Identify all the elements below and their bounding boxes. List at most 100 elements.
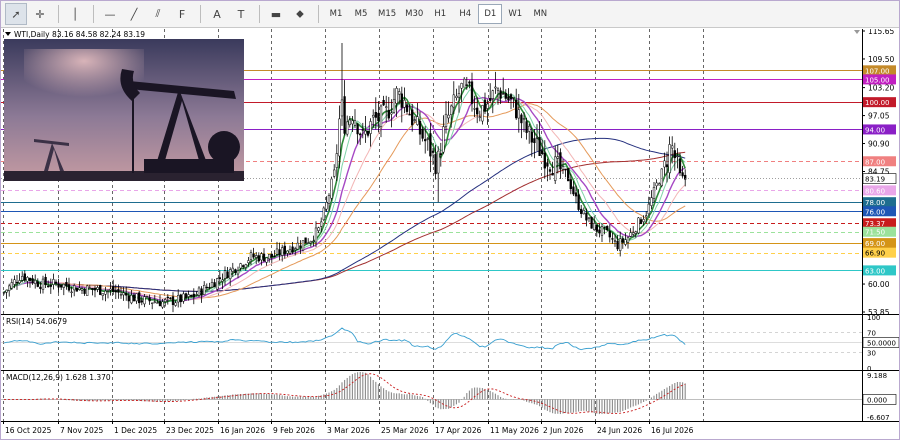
candle-body — [294, 248, 297, 251]
candle-body — [517, 109, 520, 119]
date-axis-label: 16 Jul 2026 — [651, 426, 694, 435]
candle-body — [671, 145, 674, 149]
candle-body — [593, 223, 596, 230]
candle-body — [148, 297, 151, 302]
cursor-icon[interactable]: ➚ — [5, 3, 27, 25]
candle-body — [424, 139, 427, 142]
candle-body — [210, 282, 214, 288]
candle-body — [678, 158, 682, 174]
candle-body — [325, 202, 328, 210]
candle-body — [236, 270, 240, 275]
candle-body — [299, 245, 302, 248]
vertical-line-icon[interactable]: │ — [64, 3, 86, 25]
candle-body — [101, 293, 104, 296]
candle-body — [270, 253, 273, 258]
candle-body — [481, 105, 484, 122]
candle-body — [249, 252, 253, 260]
candle-body — [34, 280, 37, 284]
candle-body — [192, 293, 195, 298]
candle-body — [260, 253, 263, 261]
candle-body — [309, 241, 312, 244]
toolbar-separator — [318, 5, 319, 23]
candle-body — [73, 285, 76, 291]
candle-body — [190, 294, 193, 297]
candle-body — [447, 114, 450, 119]
candle-body — [538, 137, 541, 156]
candle-body — [509, 94, 513, 100]
candle-body — [379, 105, 383, 127]
candle-body — [642, 219, 645, 222]
timeframe-h4[interactable]: H4 — [453, 4, 477, 24]
text-label-icon[interactable]: T — [230, 3, 252, 25]
candle-body — [520, 114, 523, 124]
candle-body — [613, 240, 617, 242]
candle-body — [21, 276, 24, 281]
candle-body — [665, 164, 669, 168]
candle-body — [5, 289, 8, 293]
candle-body — [522, 118, 526, 120]
candle-body — [268, 254, 271, 260]
text-icon[interactable]: A — [206, 3, 228, 25]
timeframe-h1[interactable]: H1 — [428, 4, 452, 24]
price-level-tag-label: 69.00 — [865, 240, 885, 248]
candle-body — [398, 91, 401, 95]
price-chart[interactable]: 115.65109.50103.2097.0590.9084.7560.0053… — [1, 27, 900, 439]
macd-axis-label: -6.607 — [867, 414, 890, 422]
candle-body — [351, 120, 354, 125]
candle-body — [476, 107, 479, 115]
crosshair-icon[interactable]: ✛ — [29, 3, 51, 25]
candle-body — [135, 293, 138, 302]
candle-body — [483, 99, 487, 112]
timeframe-w1[interactable]: W1 — [503, 4, 527, 24]
candle-body — [567, 168, 570, 182]
candle-body — [317, 227, 320, 231]
price-level-tag-label: 83.19 — [865, 176, 885, 184]
candle-body — [369, 121, 372, 134]
candle-body — [405, 104, 409, 112]
candle-body — [491, 90, 494, 99]
candle-body — [99, 285, 102, 295]
timeframe-d1[interactable]: D1 — [478, 4, 503, 24]
candle-body — [340, 99, 344, 117]
timeframe-mn[interactable]: MN — [528, 4, 552, 24]
candle-body — [177, 294, 180, 303]
candle-body — [353, 120, 357, 126]
candle-body — [125, 292, 128, 296]
date-axis-label: 2 Jun 2026 — [543, 426, 584, 435]
candle-body — [676, 155, 679, 158]
candle-body — [554, 156, 557, 181]
candle-body — [639, 219, 643, 224]
fibonacci-icon[interactable]: F — [171, 3, 193, 25]
rectangle-icon[interactable]: ▬ — [265, 3, 287, 25]
candle-body — [634, 231, 637, 234]
candle-body — [13, 279, 16, 285]
candle-body — [216, 278, 219, 290]
candle-body — [10, 282, 13, 289]
candle-body — [582, 210, 585, 215]
date-axis-label: 16 Oct 2025 — [5, 426, 52, 435]
candle-body — [535, 137, 539, 139]
price-level-tag-label: 105.00 — [865, 76, 890, 84]
price-level-tag-label: 66.90 — [865, 250, 885, 258]
trendline-icon[interactable]: ╱ — [123, 3, 145, 25]
horizontal-line-icon[interactable]: — — [99, 3, 121, 25]
pumpjack-base — [144, 159, 234, 173]
candle-body — [273, 255, 276, 257]
candle-body — [203, 284, 206, 295]
macd-title: MACD(12,26,9) 1.628 1.370 — [6, 373, 111, 382]
candle-body — [265, 257, 268, 263]
date-axis-label: 17 Apr 2026 — [435, 426, 482, 435]
timeframe-m1[interactable]: M1 — [324, 4, 348, 24]
candle-body — [600, 226, 604, 236]
candle-body — [67, 284, 71, 291]
equidistant-channel-icon[interactable]: ⫽ — [147, 3, 169, 25]
timeframe-m15[interactable]: M15 — [374, 4, 400, 24]
timeframe-selector: M1 M5 M15 M30 H1 H4 D1 W1 MN — [324, 4, 553, 24]
candle-body — [8, 285, 11, 291]
chart-area[interactable]: 115.65 109.50 103.20 97.05 90.90 84.75 60.00 53… — [1, 27, 900, 439]
candle-body — [650, 197, 653, 206]
candle-body — [44, 276, 47, 285]
timeframe-m30[interactable]: M30 — [401, 4, 427, 24]
timeframe-m5[interactable]: M5 — [349, 4, 373, 24]
shapes-menu-icon[interactable]: ⬥ — [289, 3, 311, 25]
